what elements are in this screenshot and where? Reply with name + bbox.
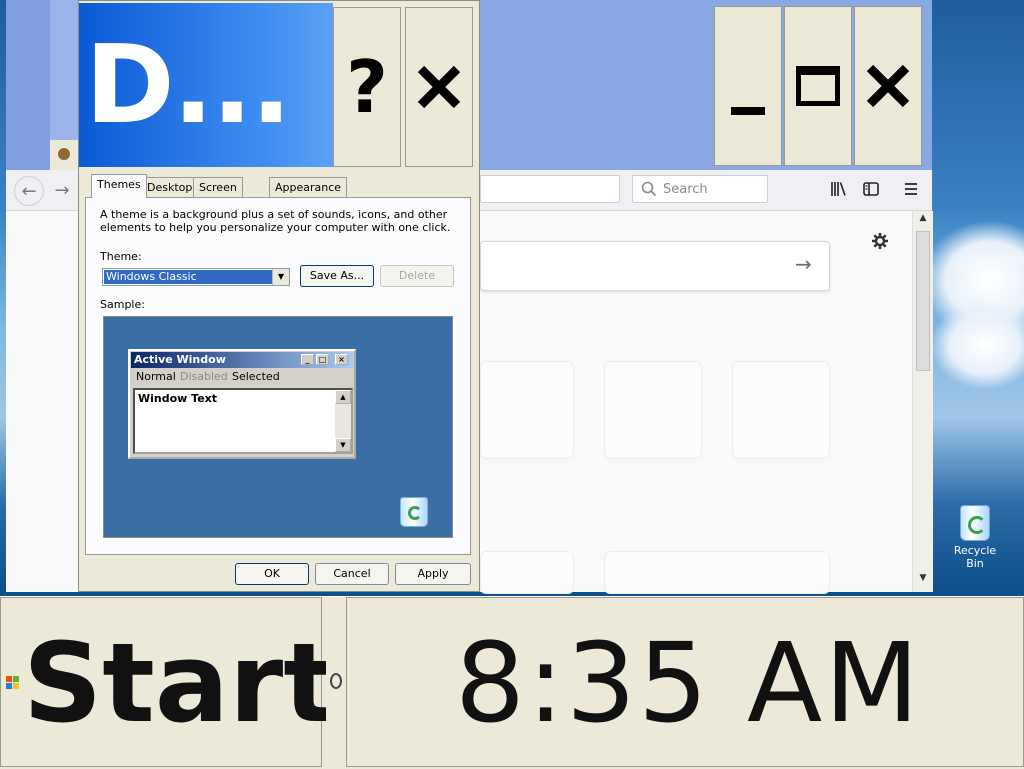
settings-button[interactable] (870, 231, 890, 251)
back-button[interactable]: ← (14, 176, 44, 206)
menu-button[interactable] (902, 180, 920, 198)
theme-select[interactable]: Windows Classic ▼ (102, 268, 290, 286)
taskbar: Start 8:35 AM (0, 596, 1024, 769)
tab-screen-saver[interactable]: Screen Saver (193, 177, 243, 214)
sample-recycle-bin-icon (400, 497, 428, 527)
dialog-close-button[interactable] (405, 7, 473, 167)
sidebar-icon (863, 182, 879, 196)
sample-window-text-area: Window Text ▲ ▼ (133, 388, 353, 454)
sample-minimize-icon: _ (301, 354, 314, 365)
display-properties-dialog: D... ? Themes Desktop Screen Saver Appea… (78, 0, 480, 592)
library-icon (831, 182, 846, 196)
minimize-icon (731, 107, 765, 115)
theme-label: Theme: (100, 250, 142, 263)
sample-menu-normal: Normal (136, 370, 176, 383)
highlight-tile[interactable] (604, 551, 830, 594)
sample-scroll-up-icon: ▲ (335, 390, 351, 404)
sample-label: Sample: (100, 298, 145, 311)
cancel-button[interactable]: Cancel (315, 563, 389, 585)
cloud (930, 300, 1024, 390)
maximize-button[interactable] (784, 6, 852, 166)
top-site-tile[interactable] (604, 361, 702, 459)
close-button[interactable] (854, 6, 922, 166)
highlight-tile[interactable] (480, 551, 574, 594)
sample-menu-disabled: Disabled (180, 370, 228, 383)
titlebar-band (6, 0, 50, 170)
clock[interactable]: 8:35 AM (455, 608, 921, 758)
sample-window-text: Window Text (138, 392, 218, 405)
sample-scrollbar: ▲ ▼ (335, 390, 351, 452)
sample-window: Active Window _ □ × Normal Disabled Sele… (128, 349, 356, 459)
start-button[interactable]: Start (0, 597, 336, 767)
tab-desktop[interactable]: Desktop (141, 177, 199, 197)
theme-sample-preview: Active Window _ □ × Normal Disabled Sele… (103, 316, 453, 538)
help-icon: ? (346, 45, 388, 129)
sample-window-title-text: Active Window (134, 353, 226, 366)
sample-menu-selected: Selected (232, 370, 280, 383)
go-arrow-icon: → (795, 252, 812, 276)
search-icon (641, 181, 657, 197)
search-placeholder: Search (663, 181, 708, 197)
scroll-up-arrow-icon[interactable]: ▲ (916, 213, 930, 227)
themes-panel: A theme is a background plus a set of so… (85, 197, 471, 555)
url-bar[interactable] (480, 175, 620, 203)
windows-logo-icon (6, 676, 20, 690)
tab-appearance[interactable]: Appearance (269, 177, 348, 197)
menu-icon (905, 183, 917, 195)
system-tray: 8:35 AM (346, 597, 1024, 767)
delete-button[interactable]: Delete (380, 265, 454, 287)
sample-maximize-icon: □ (316, 354, 329, 365)
theme-description: A theme is a background plus a set of so… (100, 208, 451, 234)
recycle-bin-icon (960, 505, 990, 541)
sample-window-title: Active Window _ □ × (131, 352, 353, 368)
close-icon (866, 64, 910, 108)
quick-launch-icon[interactable] (330, 673, 342, 689)
save-as-button[interactable]: Save As... (300, 265, 374, 287)
chevron-down-icon[interactable]: ▼ (272, 269, 289, 285)
page-scrollbar[interactable]: ▲ ▼ (912, 211, 933, 592)
top-site-tile[interactable] (480, 361, 574, 459)
theme-select-value: Windows Classic (104, 270, 274, 284)
ok-button[interactable]: OK (235, 563, 309, 585)
apply-button[interactable]: Apply (395, 563, 471, 585)
scroll-thumb[interactable] (916, 231, 930, 371)
desktop-recycle-bin[interactable]: Recycle Bin (944, 505, 1006, 570)
sample-scroll-down-icon: ▼ (335, 438, 351, 452)
quick-launch (326, 597, 344, 767)
tab-favicon[interactable] (50, 140, 78, 170)
dialog-title: D... (85, 23, 292, 148)
close-icon (417, 65, 461, 109)
tab-themes[interactable]: Themes (91, 174, 147, 198)
start-label: Start (23, 619, 336, 747)
forward-button[interactable]: → (48, 176, 76, 204)
tab-favicon-icon (58, 148, 70, 160)
recycle-bin-label: Recycle Bin (953, 544, 997, 570)
settings-gear-icon (872, 233, 888, 249)
dialog-titlebar[interactable]: D... (79, 3, 333, 167)
scroll-down-arrow-icon[interactable]: ▼ (916, 573, 930, 587)
maximize-icon (796, 66, 840, 106)
sample-close-icon: × (335, 354, 348, 365)
new-tab-search-field[interactable]: → (480, 241, 830, 291)
minimize-button[interactable] (714, 6, 782, 166)
help-button[interactable]: ? (333, 7, 401, 167)
sidebar-button[interactable] (862, 180, 880, 198)
back-arrow-icon: ← (21, 180, 37, 202)
library-button[interactable] (830, 180, 848, 198)
forward-arrow-icon: → (54, 179, 70, 201)
search-box[interactable]: Search (632, 175, 768, 203)
top-site-tile[interactable] (732, 361, 830, 459)
